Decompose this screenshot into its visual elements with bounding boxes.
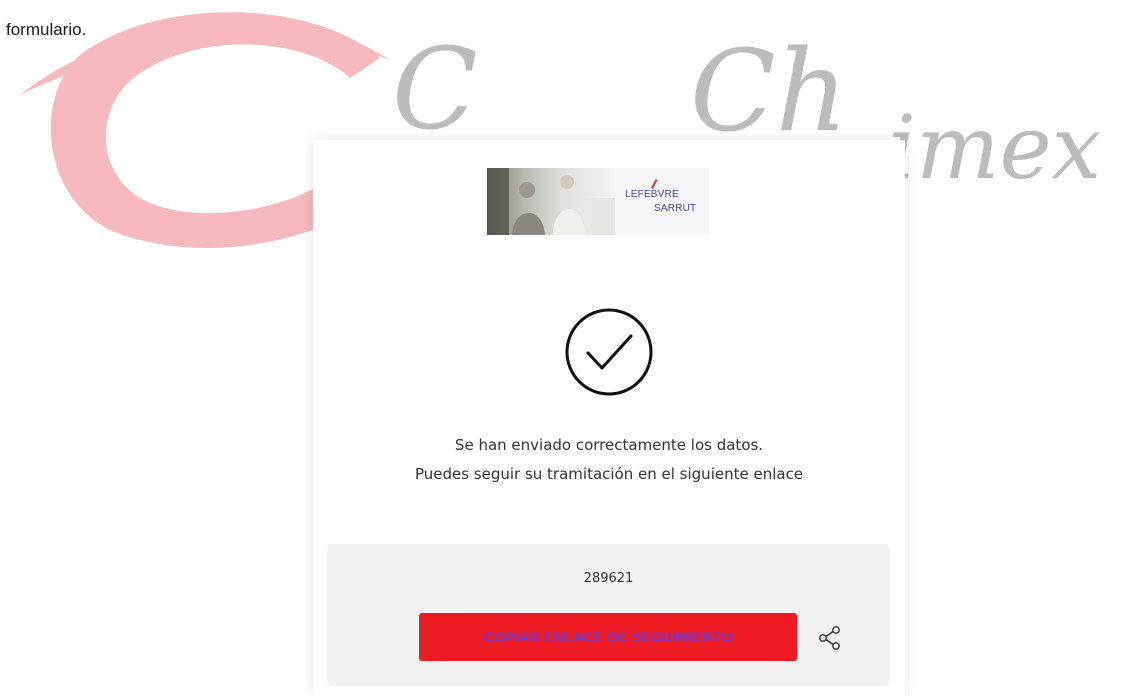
watermark-letters-imex: imex (888, 96, 1101, 199)
brand-line-1: LEFEBVRE (625, 189, 679, 200)
copy-tracking-link-button[interactable]: COPIAR ENLACE DE SEGUIMIENTO (419, 613, 797, 661)
watermark-letter-c: C (392, 25, 478, 155)
share-icon[interactable] (817, 625, 843, 651)
watermark-letters-ch: Ch (690, 27, 848, 157)
banner-photo (487, 168, 615, 235)
check-circle-icon (565, 308, 653, 396)
banner-people-illustration (487, 168, 615, 235)
lefebvre-sarrut-logo: LEFEBVRE SARRUT (615, 168, 709, 235)
document-text: formulario. (6, 20, 87, 39)
lefebvre-banner: LEFEBVRE SARRUT (487, 168, 709, 235)
success-message-line-1: Se han enviado correctamente los datos. (454, 436, 764, 454)
success-message-line-2: Puedes seguir su tramitación en el sigui… (414, 465, 804, 483)
tracking-panel: 289621 COPIAR ENLACE DE SEGUIMIENTO (327, 544, 890, 686)
tracking-code: 289621 (583, 571, 634, 586)
confirmation-card: LEFEBVRE SARRUT Se han enviado correctam… (313, 140, 905, 697)
brand-line-2: SARRUT (654, 203, 697, 214)
